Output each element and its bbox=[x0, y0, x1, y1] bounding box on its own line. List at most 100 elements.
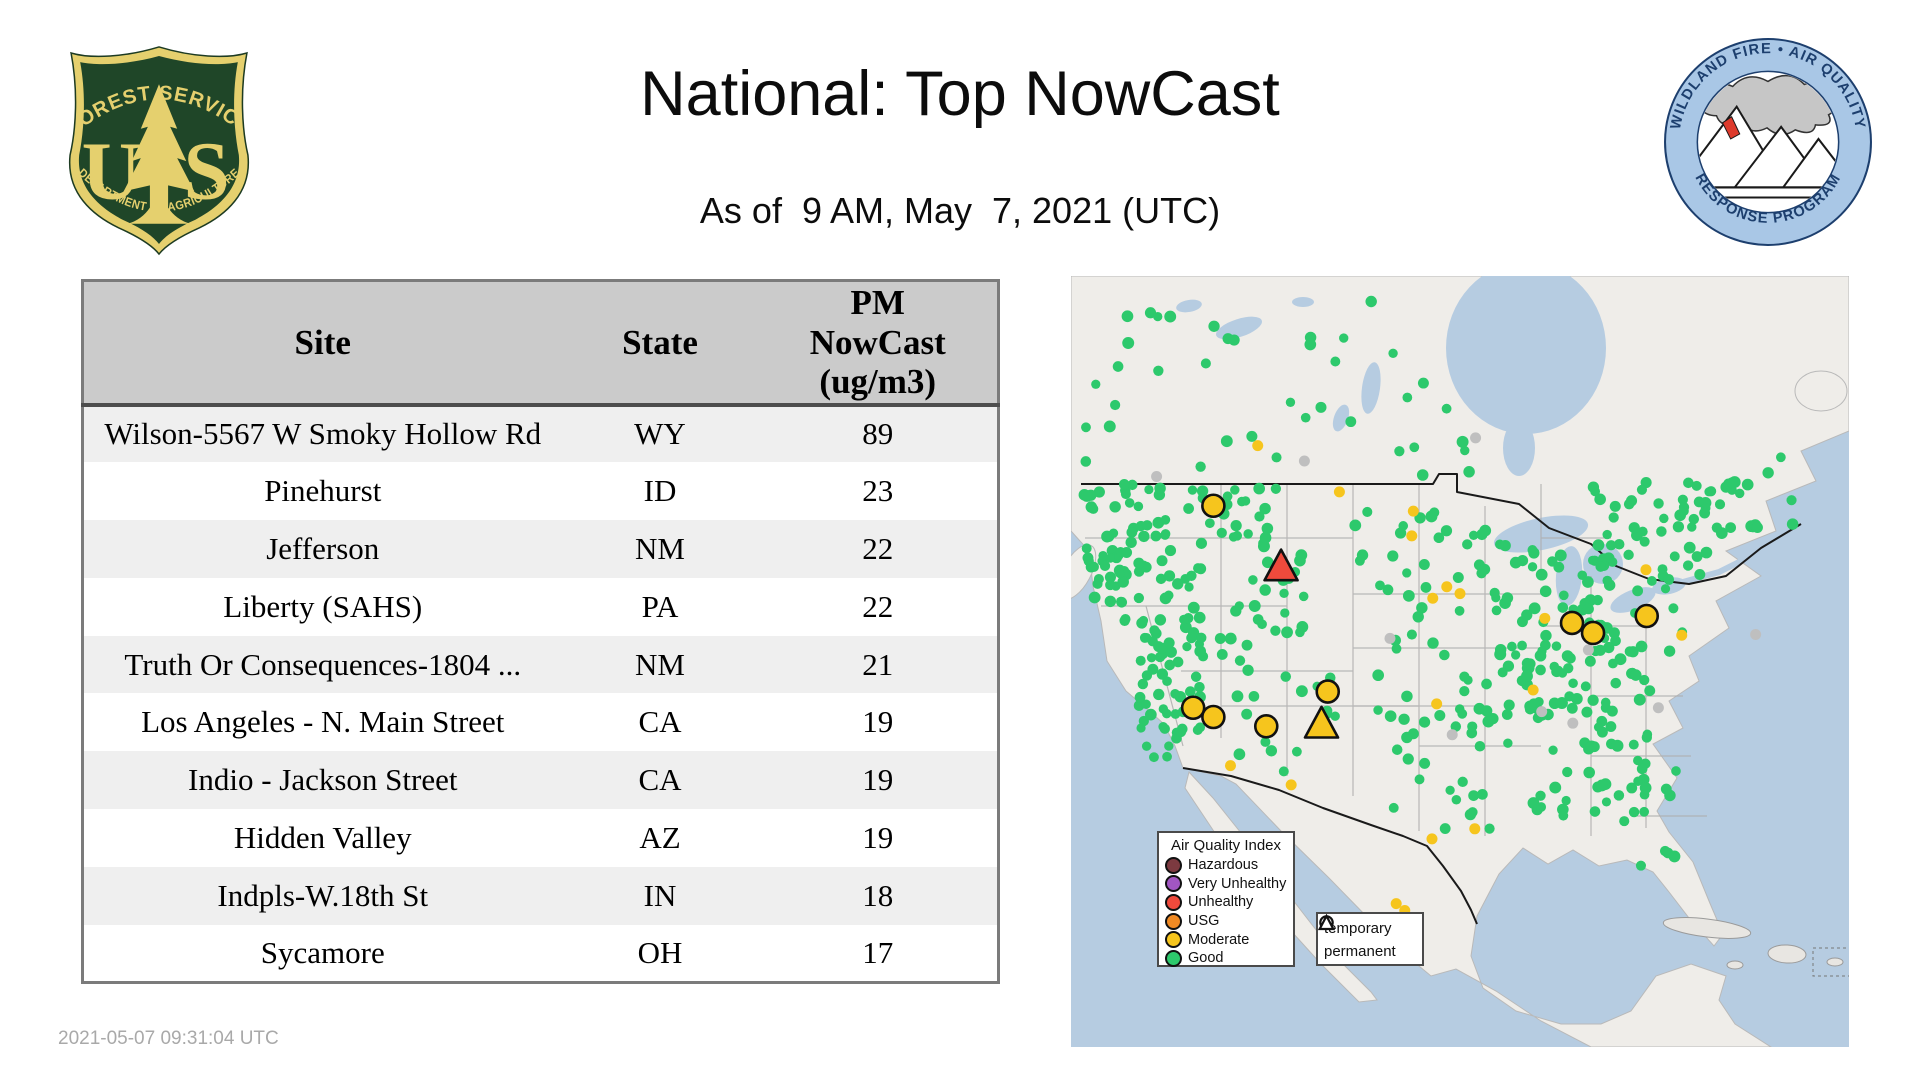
site-cell: Truth Or Consequences-1804 ... bbox=[124, 646, 522, 682]
monitor-dot bbox=[1583, 603, 1594, 615]
value-cell: 23 bbox=[862, 473, 894, 509]
monitor-dot bbox=[1585, 740, 1598, 752]
monitor-dot bbox=[1270, 483, 1282, 494]
monitor-dot bbox=[1406, 629, 1417, 640]
monitor-dot bbox=[1630, 669, 1642, 681]
monitor-dot bbox=[1479, 524, 1492, 537]
monitor-dot bbox=[1147, 663, 1159, 675]
monitor-dot bbox=[1457, 708, 1468, 719]
monitor-dot bbox=[1232, 530, 1243, 541]
site-cell: Jefferson bbox=[266, 530, 380, 566]
table-row: Truth Or Consequences-1804 ... NM 21 bbox=[82, 635, 999, 694]
monitor-dot bbox=[1762, 467, 1774, 479]
monitor-dot bbox=[1595, 561, 1606, 572]
monitor-dot bbox=[1457, 776, 1468, 788]
monitor-dot bbox=[1589, 806, 1601, 817]
monitor-dot bbox=[1628, 522, 1640, 534]
monitor-dot bbox=[1527, 562, 1538, 572]
monitor-dot bbox=[1583, 766, 1595, 779]
site-cell: Hidden Valley bbox=[233, 819, 412, 855]
aqi-color-swatch bbox=[1165, 856, 1182, 874]
monitor-dot bbox=[1194, 681, 1205, 693]
table-body: Wilson-5567 W Smoky Hollow Rd WY 89 Pinehur… bbox=[82, 404, 999, 983]
monitor-dot bbox=[1646, 576, 1657, 586]
report-page: FOREST SERVICE U S DEPARTMENT OF AGRICUL… bbox=[0, 0, 1920, 1080]
monitor-dot bbox=[1398, 521, 1409, 531]
monitor-dot bbox=[1252, 440, 1264, 452]
table-row: Wilson-5567 W Smoky Hollow Rd WY 89 bbox=[82, 404, 999, 463]
monitor-dot bbox=[1557, 602, 1569, 613]
monitor-dot bbox=[1751, 522, 1763, 533]
site-cell: Liberty (SAHS) bbox=[223, 588, 423, 624]
monitor-dot bbox=[1259, 502, 1271, 515]
permanent-triangle-icon bbox=[1318, 914, 1335, 931]
monitor-dot bbox=[1418, 559, 1430, 570]
site-cell: Pinehurst bbox=[264, 473, 382, 509]
monitor-dot bbox=[1669, 551, 1680, 562]
monitor-dot bbox=[1582, 576, 1594, 588]
monitor-dot bbox=[1446, 729, 1458, 741]
value-cell: 19 bbox=[862, 819, 894, 855]
monitor-dot bbox=[1587, 481, 1600, 493]
wildland-fire-aq-logo: WILDLAND FIRE • AIR QUALITY RESPONSE PRO… bbox=[1664, 38, 1872, 246]
monitor-dot bbox=[1257, 619, 1267, 630]
monitor-dot bbox=[1652, 702, 1664, 714]
monitor-dot bbox=[1470, 432, 1482, 444]
monitor-dot bbox=[1535, 664, 1546, 676]
monitor-dot bbox=[1459, 671, 1470, 682]
monitor-dot bbox=[1315, 401, 1327, 413]
state-cell: CA bbox=[638, 762, 682, 798]
monitor-dot bbox=[1145, 708, 1157, 721]
monitor-dot bbox=[1362, 506, 1373, 517]
marker-type-legend: temporary permanent bbox=[1316, 912, 1424, 966]
monitor-dot bbox=[1156, 668, 1169, 680]
aqi-color-swatch bbox=[1165, 893, 1182, 911]
monitor-dot bbox=[1625, 495, 1638, 507]
monitor-dot bbox=[1501, 709, 1513, 720]
aqi-legend-item: Moderate bbox=[1165, 930, 1287, 949]
monitor-dot bbox=[1479, 563, 1491, 575]
monitor-dot bbox=[1687, 522, 1697, 532]
value-cell: 18 bbox=[862, 877, 894, 913]
monitor-dot bbox=[1624, 646, 1636, 657]
top-site-marker-circle bbox=[1180, 695, 1206, 721]
monitor-dot bbox=[1527, 545, 1538, 555]
monitor-dot bbox=[1182, 642, 1192, 652]
monitor-dot bbox=[1517, 640, 1527, 651]
aqi-color-swatch bbox=[1165, 949, 1182, 967]
monitor-dot bbox=[1571, 692, 1583, 705]
monitor-dot bbox=[1639, 782, 1652, 794]
monitor-dot bbox=[1270, 625, 1281, 636]
monitor-dot bbox=[1339, 333, 1349, 343]
state-cell: NM bbox=[635, 530, 685, 566]
top-site-marker-circle bbox=[1634, 603, 1660, 629]
monitor-dot bbox=[1104, 595, 1117, 608]
monitor-dot bbox=[1694, 569, 1706, 581]
monitor-dot bbox=[1632, 585, 1644, 597]
monitor-dot bbox=[1112, 361, 1124, 372]
generation-timestamp: 2021-05-07 09:31:04 UTC bbox=[58, 1028, 279, 1049]
value-cell: 21 bbox=[862, 646, 894, 682]
monitor-dot bbox=[1434, 710, 1446, 722]
monitor-dot bbox=[1608, 627, 1620, 639]
monitor-dot bbox=[1300, 412, 1311, 423]
monitor-dot bbox=[1587, 694, 1599, 706]
monitor-dot bbox=[1750, 629, 1762, 641]
monitor-dot bbox=[1507, 641, 1517, 652]
monitor-dot bbox=[1099, 560, 1111, 571]
monitor-dot bbox=[1271, 452, 1282, 463]
state-cell: IN bbox=[643, 877, 677, 913]
monitor-dot bbox=[1602, 529, 1612, 540]
monitor-dot bbox=[1427, 637, 1439, 649]
monitor-dot bbox=[1568, 678, 1578, 689]
monitor-dot bbox=[1195, 537, 1208, 549]
monitor-dot bbox=[1330, 356, 1341, 367]
monitor-dot bbox=[1562, 766, 1573, 778]
monitor-dot bbox=[1549, 781, 1562, 794]
monitor-dot bbox=[1700, 546, 1713, 559]
monitor-dot bbox=[1663, 645, 1676, 657]
table-row: Hidden Valley AZ 19 bbox=[82, 809, 999, 867]
monitor-dot bbox=[1592, 539, 1605, 552]
monitor-dot bbox=[1204, 518, 1215, 529]
monitor-dot bbox=[1248, 691, 1260, 702]
